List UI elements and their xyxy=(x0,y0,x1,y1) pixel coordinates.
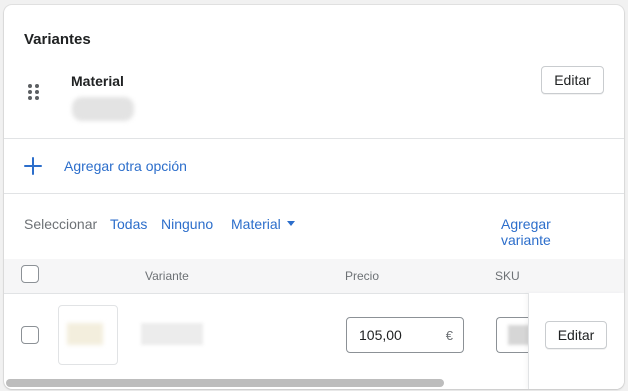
add-variant-link[interactable]: Agregar variante xyxy=(501,216,604,248)
select-label: Seleccionar xyxy=(24,216,98,232)
edit-variant-button[interactable]: Editar xyxy=(545,321,607,349)
horizontal-scrollbar[interactable] xyxy=(6,379,444,387)
material-filter-label: Material xyxy=(231,216,281,232)
section-title: Variantes xyxy=(24,31,91,48)
selection-bar: Seleccionar Todas Ninguno Material Agreg… xyxy=(24,216,604,248)
select-all-checkbox[interactable] xyxy=(21,265,39,283)
divider xyxy=(4,138,624,139)
option-name: Material xyxy=(71,73,124,89)
price-value: 105,00 xyxy=(359,327,402,343)
variant-image[interactable] xyxy=(58,305,118,365)
add-option-button[interactable]: Agregar otra opción xyxy=(24,155,187,177)
column-header-sku: SKU xyxy=(495,269,520,283)
drag-handle-icon[interactable] xyxy=(26,83,42,103)
material-filter-dropdown[interactable]: Material xyxy=(231,216,295,232)
variant-image-redacted xyxy=(67,323,103,345)
caret-down-icon xyxy=(286,220,295,226)
variant-name-redacted xyxy=(141,323,203,345)
plus-icon xyxy=(24,157,42,175)
option-value-redacted xyxy=(72,97,134,121)
add-option-label: Agregar otra opción xyxy=(64,158,187,174)
row-checkbox[interactable] xyxy=(21,326,39,344)
currency-symbol: € xyxy=(445,327,453,343)
select-none-link[interactable]: Ninguno xyxy=(161,216,213,232)
divider xyxy=(4,193,624,194)
price-input[interactable]: 105,00 € xyxy=(346,317,464,353)
select-all-link[interactable]: Todas xyxy=(110,216,147,232)
variants-card: Variantes Material Editar Agregar otra o… xyxy=(4,5,624,389)
column-header-variant: Variante xyxy=(145,269,189,283)
table-header xyxy=(4,259,624,293)
column-header-price: Precio xyxy=(345,269,380,283)
edit-option-button[interactable]: Editar xyxy=(541,66,604,94)
